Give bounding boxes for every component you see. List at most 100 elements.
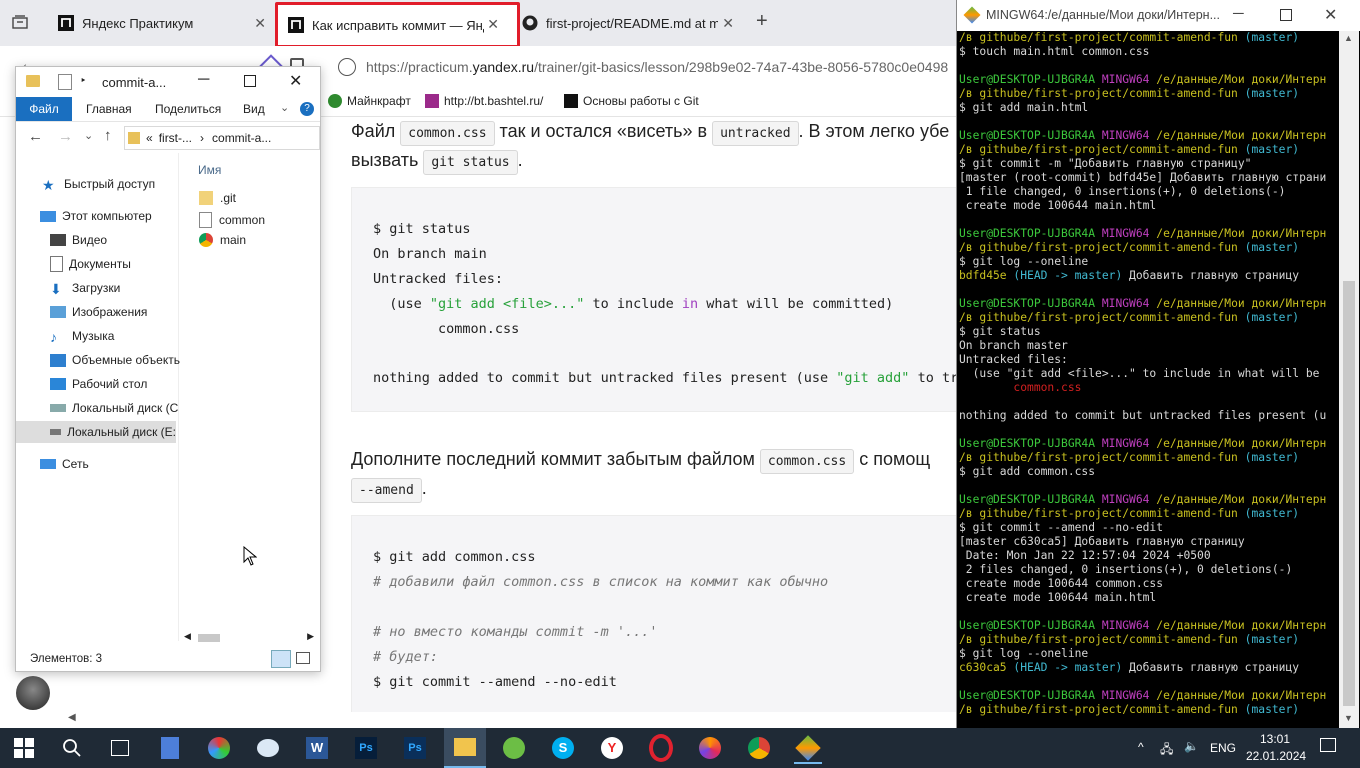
tree-this-pc[interactable]: Этот компьютер bbox=[40, 205, 152, 227]
help-icon[interactable]: ? bbox=[300, 102, 314, 116]
status-item-count: Элементов: 3 bbox=[30, 653, 103, 665]
tree-3d-objects[interactable]: Объемные объекть bbox=[50, 349, 180, 371]
network-icon[interactable]: 🖧 bbox=[1160, 740, 1173, 761]
close-tab-icon[interactable]: ✕ bbox=[487, 16, 499, 33]
utorrent-icon[interactable] bbox=[500, 734, 528, 762]
scroll-thumb[interactable] bbox=[198, 634, 220, 642]
up-icon[interactable]: ↑ bbox=[104, 127, 112, 144]
chrome-icon[interactable] bbox=[745, 734, 773, 762]
git-bash-icon[interactable] bbox=[794, 734, 822, 764]
ribbon-share-tab[interactable]: Поделиться bbox=[155, 102, 221, 116]
tracking-protection-icon[interactable] bbox=[338, 58, 356, 76]
file-item-git[interactable]: .git bbox=[199, 191, 236, 205]
forward-icon[interactable]: → bbox=[58, 128, 73, 145]
clock-date[interactable]: 22.01.2024 bbox=[1246, 749, 1306, 763]
show-hidden-icons-icon[interactable]: ^ bbox=[1138, 740, 1144, 754]
scroll-right-icon[interactable]: ▶ bbox=[307, 631, 314, 642]
language-indicator[interactable]: ENG bbox=[1210, 741, 1236, 755]
column-header-name[interactable]: Имя bbox=[198, 163, 221, 177]
yandex-browser-icon[interactable]: Y bbox=[598, 734, 626, 762]
scroll-up-icon[interactable]: ▲ bbox=[1344, 33, 1353, 43]
tree-music[interactable]: ♪ Музыка bbox=[50, 325, 114, 347]
file-item-common[interactable]: common bbox=[199, 212, 265, 228]
photoshop-icon[interactable]: Ps bbox=[401, 734, 429, 762]
tree-local-disk-e[interactable]: Локальный диск (E: bbox=[16, 421, 176, 443]
notifications-icon[interactable] bbox=[1320, 738, 1336, 752]
code-block-git-status: $ git status On branch main Untracked fi… bbox=[351, 187, 960, 412]
tree-videos[interactable]: Видео bbox=[50, 229, 107, 251]
close-tab-icon[interactable]: ✕ bbox=[722, 15, 734, 32]
volume-icon[interactable]: 🔈 bbox=[1184, 739, 1199, 753]
avatar[interactable] bbox=[16, 676, 50, 710]
tree-quick-access[interactable]: ★ Быстрый доступ bbox=[42, 173, 155, 195]
properties-icon[interactable] bbox=[58, 74, 72, 90]
maximize-button[interactable] bbox=[1280, 9, 1292, 21]
text-file-icon bbox=[199, 212, 212, 228]
bookmark-bashtel[interactable]: http://bt.bashtel.ru/ bbox=[425, 94, 543, 108]
horizontal-scrollbar[interactable]: ◀ ▶ bbox=[182, 631, 316, 645]
tree-downloads[interactable]: ⬇ Загрузки bbox=[50, 277, 120, 299]
scroll-down-icon[interactable]: ▼ bbox=[1344, 713, 1353, 723]
maximize-button[interactable] bbox=[244, 75, 256, 87]
close-button[interactable]: ✕ bbox=[289, 71, 302, 91]
start-button[interactable] bbox=[10, 734, 38, 762]
close-button[interactable]: ✕ bbox=[1324, 5, 1337, 25]
explorer-taskbar-button[interactable] bbox=[444, 728, 486, 768]
bookmark-minecraft[interactable]: Майнкрафт bbox=[328, 94, 411, 108]
computer-icon bbox=[40, 210, 56, 222]
pictures-icon bbox=[50, 306, 66, 318]
inline-code: --amend bbox=[351, 478, 422, 503]
explorer-title: commit-a... bbox=[102, 75, 167, 90]
tab-github-readme[interactable]: first-project/README.md at main ✕ bbox=[512, 6, 738, 40]
tree-desktop[interactable]: Рабочий стол bbox=[50, 373, 147, 395]
tree-local-disk-c[interactable]: Локальный диск (C bbox=[50, 397, 178, 419]
minimize-button[interactable]: ─ bbox=[1233, 5, 1244, 22]
paint-icon[interactable] bbox=[254, 734, 282, 762]
minimize-button[interactable]: ─ bbox=[198, 71, 209, 89]
tree-pictures[interactable]: Изображения bbox=[50, 301, 147, 323]
practicum-favicon-icon bbox=[564, 94, 578, 108]
ribbon-view-tab[interactable]: Вид bbox=[243, 102, 265, 116]
word-icon[interactable]: W bbox=[303, 734, 331, 762]
drive-icon bbox=[50, 404, 66, 412]
app-icon[interactable] bbox=[205, 734, 233, 762]
large-icons-view-icon[interactable] bbox=[296, 652, 310, 664]
tab-list-icon[interactable] bbox=[12, 14, 28, 30]
skype-icon[interactable]: S bbox=[549, 734, 577, 762]
terminal-scrollbar[interactable]: ▲ ▼ bbox=[1339, 31, 1359, 728]
calculator-icon[interactable] bbox=[156, 734, 184, 762]
close-tab-icon[interactable]: ✕ bbox=[254, 15, 266, 32]
chevron-down-icon[interactable]: ⌄ bbox=[280, 101, 289, 114]
tree-documents[interactable]: Документы bbox=[50, 253, 131, 275]
task-view-icon[interactable] bbox=[106, 734, 134, 762]
scroll-left-icon[interactable]: ◀ bbox=[68, 712, 76, 723]
scroll-thumb[interactable] bbox=[1343, 281, 1355, 706]
bookmark-git-basics[interactable]: Основы работы с Git bbox=[564, 94, 699, 108]
file-item-main[interactable]: main bbox=[199, 233, 246, 247]
terminal-output[interactable]: /в githube/first-project/commit-amend-fu… bbox=[959, 31, 1339, 728]
back-icon[interactable]: ← bbox=[28, 128, 43, 145]
explorer-path[interactable]: « first-... › commit-a... bbox=[124, 126, 320, 150]
horizontal-scrollbar[interactable]: ◀ bbox=[62, 712, 958, 726]
ribbon-file-tab[interactable]: Файл bbox=[16, 97, 72, 121]
recent-dropdown-icon[interactable]: ⌄ bbox=[84, 129, 93, 142]
scroll-left-icon[interactable]: ◀ bbox=[184, 631, 191, 642]
terminal-titlebar: MINGW64:/e/данные/Мои доки/Интерн... ─ ✕ bbox=[957, 0, 1360, 31]
quick-access-dropdown-icon[interactable]: ‣ bbox=[80, 74, 87, 87]
tab-fix-commit[interactable]: Как исправить коммит — Яндекс ✕ bbox=[275, 2, 520, 48]
folder-icon bbox=[454, 738, 476, 756]
search-icon[interactable] bbox=[58, 734, 86, 762]
ribbon-home-tab[interactable]: Главная bbox=[86, 102, 132, 116]
photoshop-icon[interactable]: Ps bbox=[352, 734, 380, 762]
tree-network[interactable]: Сеть bbox=[40, 453, 89, 475]
tab-yandex-practicum[interactable]: Яндекс Практикум ✕ bbox=[48, 6, 272, 40]
clock-time[interactable]: 13:01 bbox=[1260, 732, 1290, 746]
tab-title: first-project/README.md at main bbox=[546, 15, 718, 31]
new-tab-button[interactable]: + bbox=[756, 10, 768, 33]
file-explorer-window: ‣ commit-a... ─ ✕ Файл Главная Поделитьс… bbox=[15, 66, 321, 672]
firefox-icon[interactable] bbox=[696, 734, 724, 762]
opera-icon[interactable] bbox=[647, 734, 675, 762]
details-view-icon[interactable] bbox=[271, 650, 291, 668]
url-field[interactable]: https://practicum.yandex.ru/trainer/git-… bbox=[366, 59, 948, 75]
inline-code: untracked bbox=[712, 121, 799, 146]
